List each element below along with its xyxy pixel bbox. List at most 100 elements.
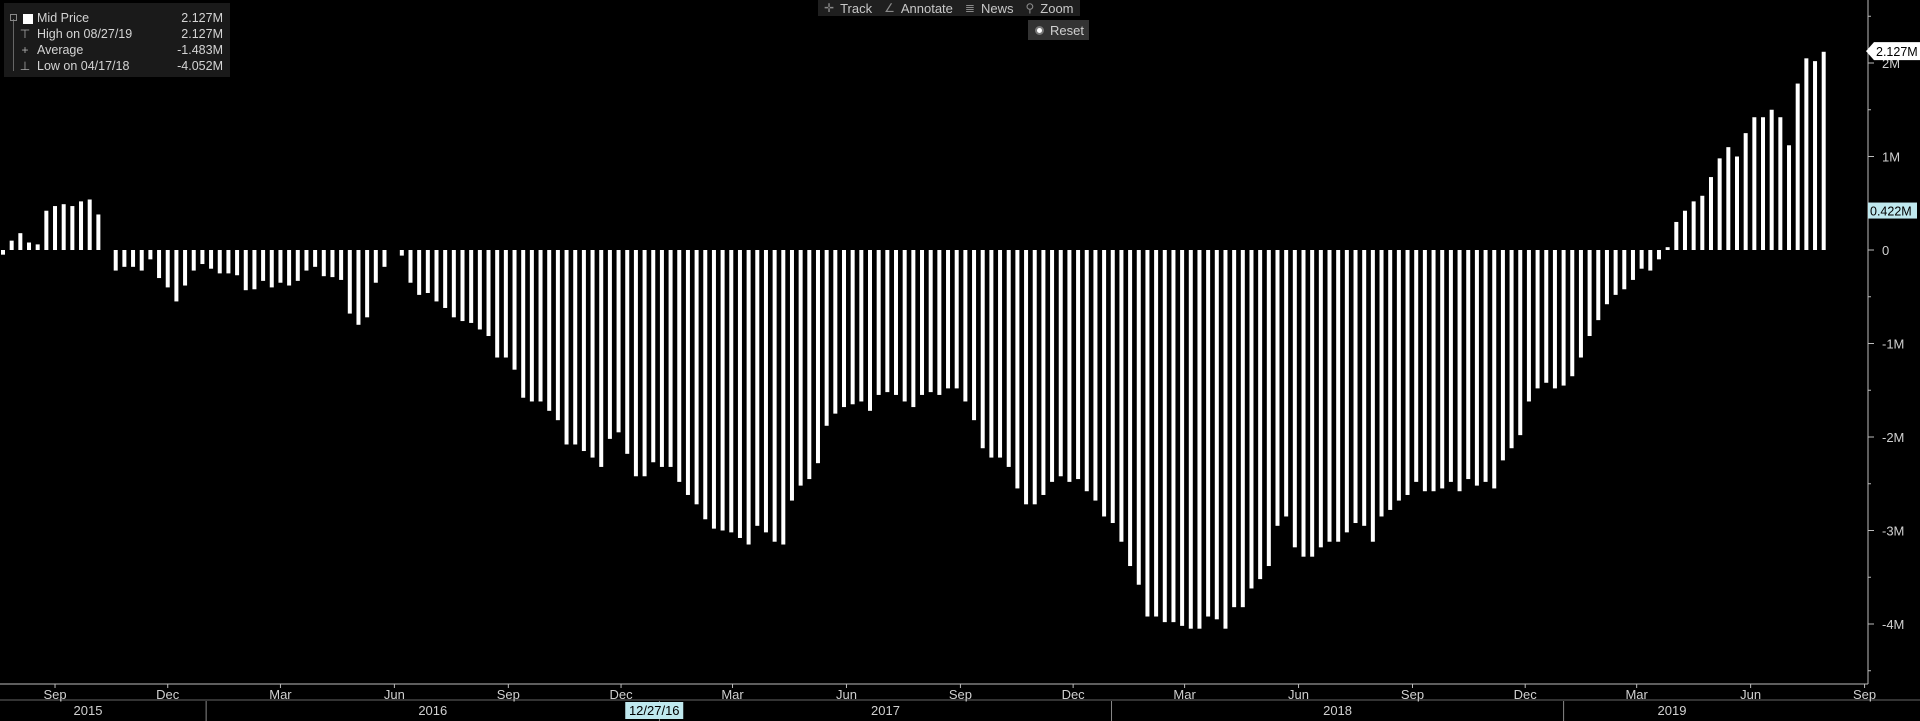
bar	[1093, 250, 1098, 501]
low-marker-icon: ⊥	[19, 59, 31, 73]
annotate-button[interactable]: ∠ Annotate	[878, 0, 959, 16]
bar	[815, 250, 820, 464]
legend-series-row[interactable]: Mid Price 2.127M	[4, 11, 230, 27]
bar	[1604, 250, 1609, 305]
bar	[295, 250, 300, 281]
average-marker-icon: +	[21, 43, 29, 57]
y-tick-label: -3M	[1882, 524, 1904, 539]
bar	[1813, 61, 1818, 250]
bar	[469, 250, 474, 323]
bar	[1804, 58, 1809, 250]
zoom-button[interactable]: ⚲ Zoom	[1019, 0, 1079, 16]
bar	[659, 250, 664, 467]
bar	[443, 250, 448, 308]
bar	[894, 250, 899, 395]
bar	[980, 250, 985, 449]
bar	[850, 250, 855, 405]
bar	[677, 250, 682, 482]
bar	[937, 250, 942, 395]
collapse-icon[interactable]	[10, 14, 17, 21]
bar	[616, 250, 621, 433]
bar	[1474, 250, 1479, 486]
bar	[547, 250, 552, 411]
bar	[1466, 250, 1471, 480]
bar	[434, 250, 439, 302]
bar	[841, 250, 846, 408]
bar	[1136, 250, 1141, 585]
bar	[148, 250, 153, 260]
bar	[1353, 250, 1358, 524]
zoom-label: Zoom	[1040, 0, 1074, 16]
x-tick-label: Dec	[1062, 687, 1086, 702]
bar	[729, 250, 734, 533]
bar	[946, 250, 951, 389]
bar	[1518, 250, 1523, 436]
bar	[807, 250, 812, 480]
bar	[1024, 250, 1029, 505]
bar	[417, 250, 422, 295]
x-tick-label: Sep	[43, 687, 66, 702]
crosshair-date-label: 12/27/16	[629, 703, 680, 718]
x-tick-label: Jun	[836, 687, 857, 702]
chart-canvas[interactable]: 2M1M0-1M-2M-3M-4M Sep Dec Mar Jun Sep Dec Mar J…	[0, 0, 1920, 721]
bar	[287, 250, 292, 286]
x-year-label: 2015	[74, 703, 103, 718]
bar	[972, 250, 977, 421]
bar	[460, 250, 465, 322]
bar	[1787, 145, 1792, 250]
bar	[209, 250, 214, 269]
bar	[1682, 210, 1687, 250]
bar	[356, 250, 361, 325]
legend-average-label: Average	[37, 43, 84, 57]
bar	[1492, 250, 1497, 489]
bar	[1, 250, 5, 255]
bar	[1154, 250, 1159, 617]
bar	[425, 250, 430, 294]
x-tick-label: Sep	[949, 687, 972, 702]
bar	[1552, 250, 1557, 389]
x-tick-label: Sep	[1401, 687, 1424, 702]
bar	[365, 250, 370, 318]
bar	[1613, 250, 1618, 295]
bar	[581, 250, 586, 452]
bar	[1067, 250, 1072, 482]
bar	[911, 250, 916, 408]
bar	[339, 250, 344, 280]
bar	[1544, 250, 1549, 383]
reset-button[interactable]: Reset	[1028, 20, 1089, 40]
bar	[1223, 250, 1228, 629]
bar	[1795, 83, 1800, 250]
bar	[200, 250, 205, 265]
news-button[interactable]: ≣ News	[959, 0, 1020, 16]
bar	[53, 206, 58, 251]
legend-panel: Mid Price 2.127M ⊤ High on 08/27/19 2.12…	[4, 3, 230, 77]
legend-high-label: High on 08/27/19	[37, 27, 133, 41]
bar	[1821, 51, 1826, 250]
track-label: Track	[840, 0, 873, 16]
bar	[1526, 250, 1531, 402]
bar	[963, 250, 968, 402]
x-tick-label: Sep	[497, 687, 520, 702]
bar	[61, 204, 66, 250]
bar	[1500, 250, 1505, 461]
bar	[70, 206, 75, 251]
bar	[165, 250, 170, 288]
bar-series	[1, 51, 1826, 629]
bar	[1700, 195, 1705, 250]
bar	[1578, 250, 1583, 358]
bar	[573, 250, 578, 445]
bar	[1327, 250, 1332, 542]
bar	[1422, 250, 1427, 492]
bar	[1232, 250, 1237, 608]
bar	[633, 250, 638, 477]
news-icon: ≣	[964, 1, 975, 15]
bar	[174, 250, 179, 302]
bar	[538, 250, 543, 402]
bar	[998, 250, 1003, 458]
bar	[477, 250, 482, 330]
track-button[interactable]: ✛ Track	[818, 0, 878, 16]
bar	[1180, 250, 1185, 626]
last-value-label: 2.127M	[1876, 45, 1918, 59]
bar	[27, 242, 32, 250]
bar	[1379, 250, 1384, 517]
